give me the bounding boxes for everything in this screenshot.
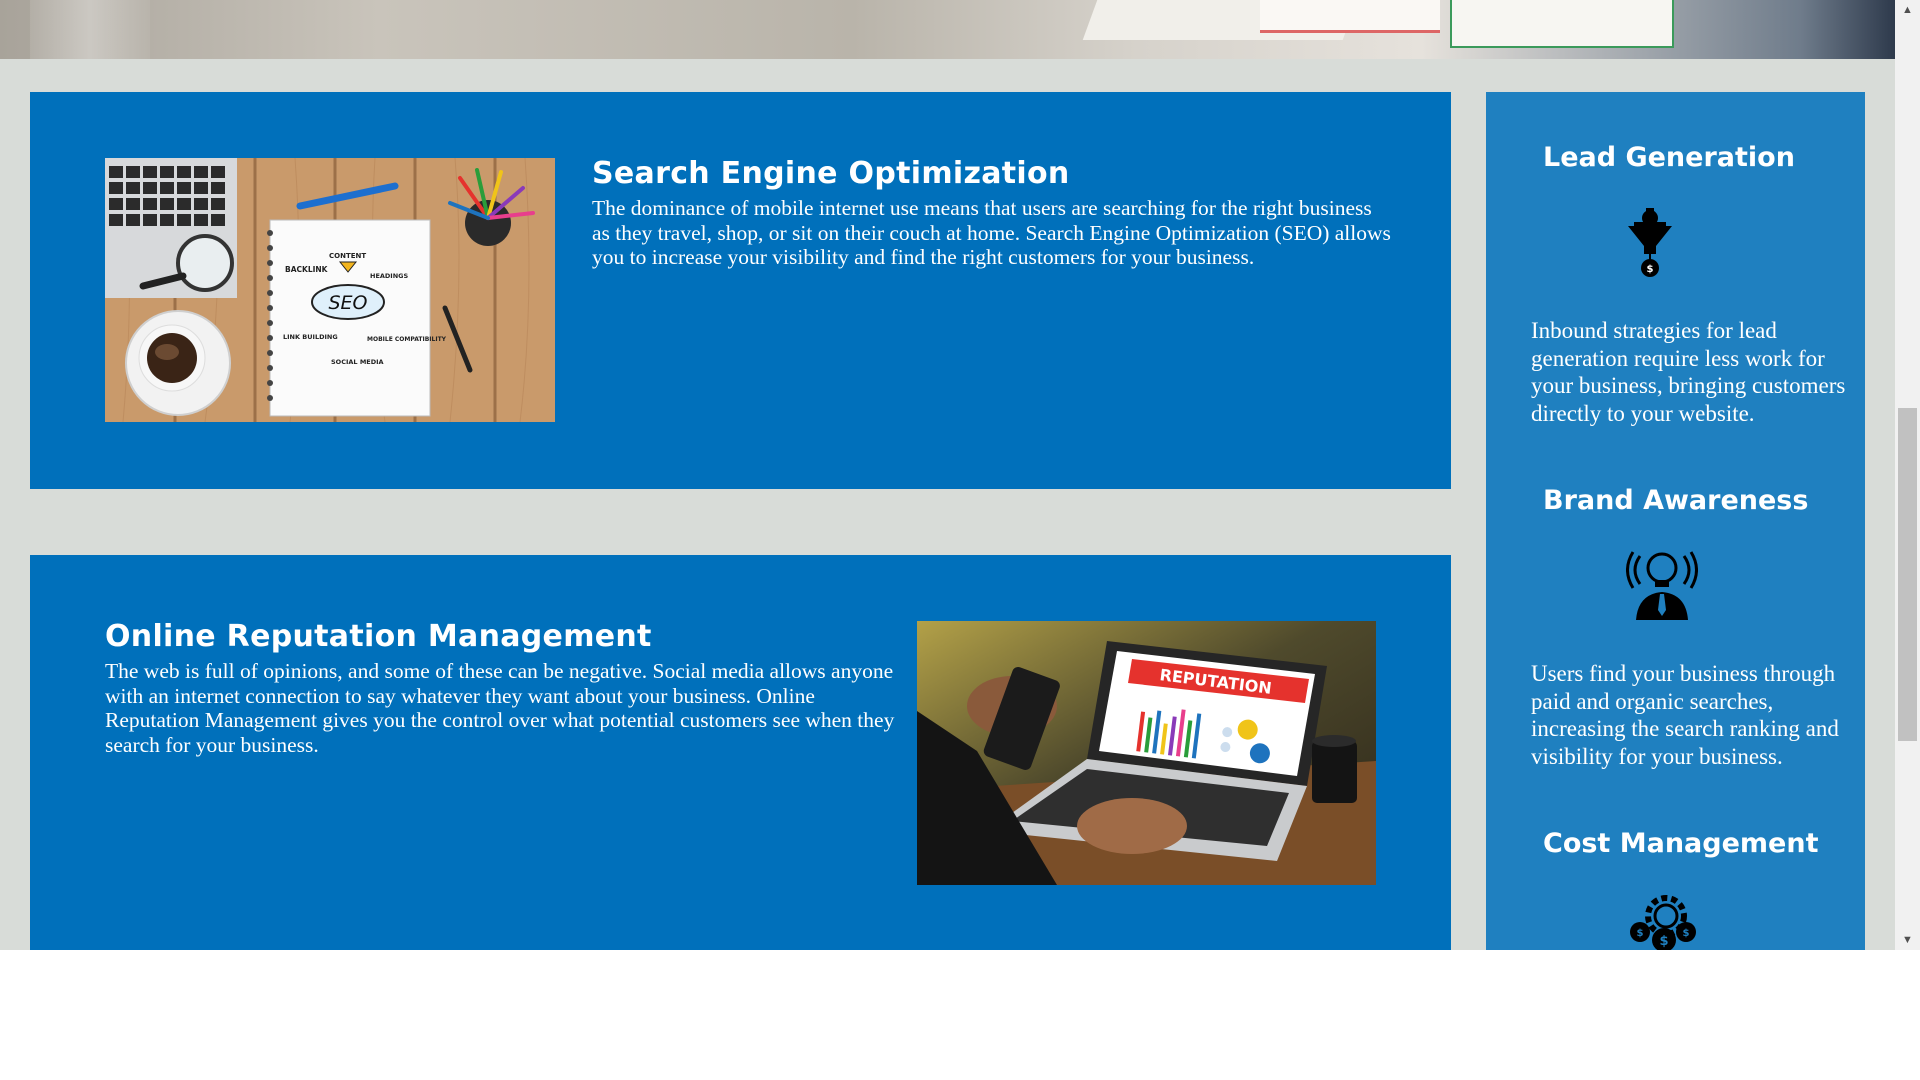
benefit-text-brand-awareness: Users find your business through paid an… (1531, 661, 1839, 769)
benefit-title-brand-awareness: Brand Awareness (1543, 485, 1809, 516)
scrollbar-thumb[interactable] (1898, 408, 1917, 741)
notepad-word: MOBILE COMPATIBILITY (367, 336, 447, 343)
scroll-down-arrow-icon[interactable]: ▼ (1895, 930, 1920, 950)
funnel-money-icon: $ (1628, 208, 1672, 277)
scroll-up-arrow-icon[interactable]: ▲ (1895, 0, 1920, 20)
svg-text:$: $ (1647, 264, 1654, 275)
orm-image: REPUTATION (917, 621, 1376, 885)
notepad-word: HEADINGS (370, 272, 408, 280)
paper-shape (1450, 0, 1674, 48)
glass-shape (30, 0, 150, 59)
benefit-title-cost-management: Cost Management (1543, 828, 1819, 859)
orm-card: Online Reputation Management The web is … (30, 555, 1451, 950)
orm-title: Online Reputation Management (105, 619, 652, 654)
paper-shape (1260, 0, 1440, 33)
gear-money-icon: $ $ $ (1630, 895, 1696, 950)
notepad-word: SOCIAL MEDIA (331, 358, 384, 366)
benefit-text-lead-generation: Inbound strategies for lead generation r… (1531, 318, 1846, 426)
benefits-sidebar: Lead Generation $ Inbound strategies for… (1486, 92, 1865, 950)
notepad-word: LINK BUILDING (283, 333, 338, 341)
page-viewport: CONTENT BACKLINK HEADINGS SEO LINK BUILD… (0, 0, 1920, 950)
notepad-word: BACKLINK (285, 265, 329, 274)
orm-image-illustration: REPUTATION (917, 621, 1376, 885)
svg-text:$: $ (1683, 928, 1690, 939)
vertical-scrollbar[interactable]: ▲ ▼ (1895, 0, 1920, 950)
notepad-word: CONTENT (329, 252, 366, 260)
seo-description: The dominance of mobile internet use mea… (592, 196, 1391, 269)
seo-card: CONTENT BACKLINK HEADINGS SEO LINK BUILD… (30, 92, 1451, 489)
seo-image-illustration: CONTENT BACKLINK HEADINGS SEO LINK BUILD… (105, 158, 555, 422)
seo-image: CONTENT BACKLINK HEADINGS SEO LINK BUILD… (105, 158, 555, 422)
hero-image (0, 0, 1895, 59)
svg-text:$: $ (1659, 934, 1668, 949)
orm-description: The web is full of opinions, and some of… (105, 659, 895, 757)
notepad-word: SEO (328, 292, 367, 314)
lightbulb-person-icon (1626, 551, 1698, 620)
seo-title: Search Engine Optimization (592, 156, 1070, 191)
svg-text:$: $ (1637, 928, 1644, 939)
benefit-title-lead-generation: Lead Generation (1543, 142, 1795, 173)
